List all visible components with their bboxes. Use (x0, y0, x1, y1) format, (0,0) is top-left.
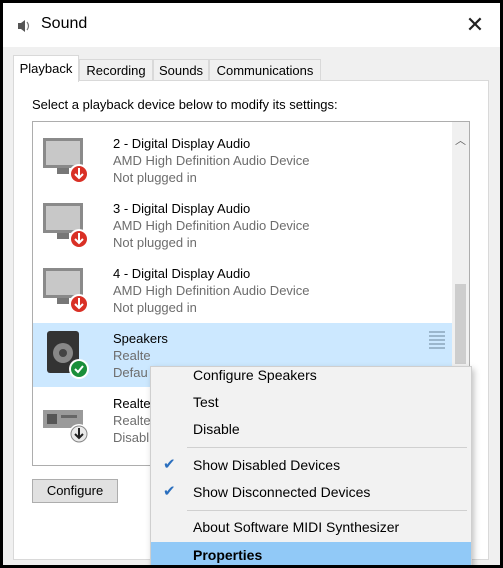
device-name: 2 - Digital Display Audio (113, 136, 251, 151)
menu-item-about-midi[interactable]: About Software MIDI Synthesizer (151, 514, 471, 540)
configure-button[interactable]: Configure (32, 479, 118, 503)
list-item[interactable]: 4 - Digital Display Audio AMD High Defin… (33, 258, 453, 322)
menu-item-show-disabled[interactable]: ✔ Show Disabled Devices (151, 452, 471, 478)
menu-item-disable[interactable]: Disable (151, 416, 471, 442)
menu-item-test[interactable]: Test (151, 389, 471, 415)
device-status: Not plugged in (113, 300, 197, 315)
tab-sounds[interactable]: Sounds (153, 59, 209, 81)
device-status: Not plugged in (113, 170, 197, 185)
checkmark-icon: ✔ (163, 456, 176, 473)
device-name: Speakers (113, 331, 168, 346)
device-driver: AMD High Definition Audio Device (113, 283, 310, 298)
menu-item-label: Configure Speakers (193, 367, 317, 383)
device-driver: AMD High Definition Audio Device (113, 218, 310, 233)
tab-playback[interactable]: Playback (13, 55, 79, 82)
device-driver: AMD High Definition Audio Device (113, 153, 310, 168)
sound-dialog-window: Sound ✕ Playback Recording Sounds Commun… (0, 0, 503, 568)
menu-item-show-disconnected[interactable]: ✔ Show Disconnected Devices (151, 479, 471, 505)
menu-separator (187, 447, 467, 448)
menu-item-label: About Software MIDI Synthesizer (193, 519, 400, 535)
device-name: 3 - Digital Display Audio (113, 201, 251, 216)
menu-item-properties[interactable]: Properties (151, 542, 471, 565)
digital-output-icon (43, 410, 89, 444)
device-status: Defau (113, 365, 148, 380)
device-name: 4 - Digital Display Audio (113, 266, 251, 281)
title-bar[interactable]: Sound ✕ (3, 3, 500, 47)
close-icon[interactable]: ✕ (460, 11, 490, 39)
menu-item-label: Show Disconnected Devices (193, 484, 371, 500)
monitor-unplugged-icon (43, 138, 89, 184)
tab-recording[interactable]: Recording (79, 59, 153, 81)
monitor-unplugged-icon (43, 268, 89, 314)
menu-item-label: Properties (193, 547, 263, 563)
checkmark-icon: ✔ (163, 483, 176, 500)
list-item-partial (33, 121, 453, 122)
volume-meter (429, 331, 445, 351)
menu-item-label: Disable (193, 421, 240, 437)
menu-item-label: Show Disabled Devices (193, 457, 341, 473)
menu-separator (187, 510, 467, 511)
menu-item-label: Test (193, 394, 219, 410)
instructions-text: Select a playback device below to modify… (32, 97, 338, 112)
device-status: Disabl (113, 430, 150, 445)
chevron-up-icon[interactable]: ︿ (452, 132, 469, 147)
device-driver: Realte (113, 413, 151, 428)
device-name: Realte (113, 396, 151, 411)
window-title: Sound (41, 15, 88, 32)
monitor-unplugged-icon (43, 203, 89, 249)
tab-communications[interactable]: Communications (209, 59, 321, 81)
speaker-default-icon (47, 331, 89, 379)
menu-item-configure-speakers[interactable]: Configure Speakers (151, 362, 471, 388)
context-menu: Configure Speakers Test Disable ✔ Show D… (150, 366, 472, 565)
device-driver: Realte (113, 348, 151, 363)
device-status: Not plugged in (113, 235, 197, 250)
list-item[interactable]: 2 - Digital Display Audio AMD High Defin… (33, 128, 453, 192)
list-item[interactable]: 3 - Digital Display Audio AMD High Defin… (33, 193, 453, 257)
scrollbar-thumb[interactable] (455, 284, 466, 364)
speaker-app-icon (18, 20, 30, 32)
